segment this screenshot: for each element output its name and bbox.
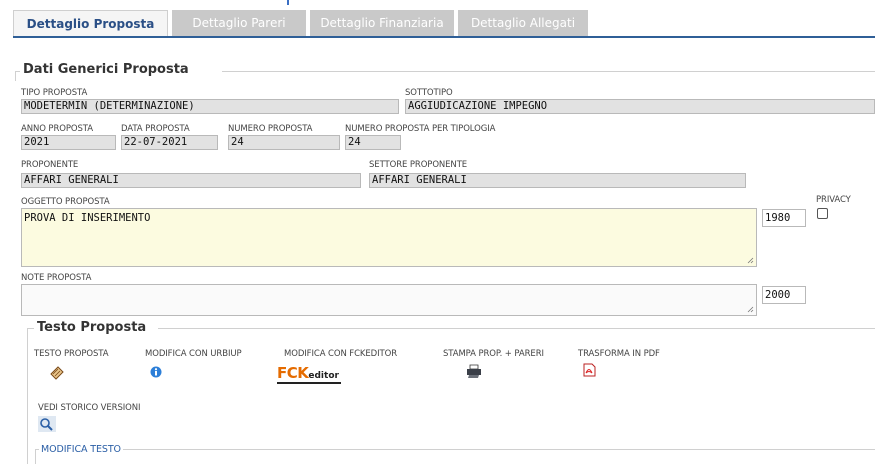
tipo-field[interactable]: MODETERMIN (DETERMINAZIONE) xyxy=(21,99,399,114)
trasforma-pdf-label: TRASFORMA IN PDF xyxy=(578,349,660,359)
privacy-checkbox[interactable] xyxy=(817,208,828,219)
tab-dettaglio-proposta[interactable]: Dettaglio Proposta xyxy=(13,10,168,36)
numero-tipologia-label: NUMERO PROPOSTA PER TIPOLOGIA xyxy=(345,124,496,134)
storico-label: VEDI STORICO VERSIONI xyxy=(38,403,141,413)
modifica-fckeditor-label: MODIFICA CON FCKEDITOR xyxy=(284,349,398,359)
info-icon[interactable] xyxy=(150,366,162,378)
anno-label: ANNO PROPOSTA xyxy=(21,124,93,134)
resize-grip-icon[interactable] xyxy=(747,306,754,313)
data-field[interactable]: 22-07-2021 xyxy=(121,135,218,150)
oggetto-text: PROVA DI INSERIMENTO xyxy=(24,212,151,224)
tab-dettaglio-allegati[interactable]: Dettaglio Allegati xyxy=(458,10,588,36)
sottotipo-label: SOTTOTIPO xyxy=(405,88,453,98)
numero-label: NUMERO PROPOSTA xyxy=(228,124,313,134)
modifica-urbiup-label: MODIFICA CON URBIUP xyxy=(145,349,242,359)
modifica-left-border xyxy=(35,449,36,464)
testo-legend: Testo Proposta xyxy=(34,320,158,335)
resize-grip-icon[interactable] xyxy=(747,257,754,264)
tab-underline xyxy=(13,36,875,38)
document-icon[interactable] xyxy=(49,365,65,380)
fckeditor-logo[interactable]: FCKeditor xyxy=(277,363,347,385)
oggetto-counter: 1980 xyxy=(762,209,806,227)
proponente-field[interactable]: AFFARI GENERALI xyxy=(21,173,361,188)
tipo-label: TIPO PROPOSTA xyxy=(21,88,88,98)
tab-dettaglio-pareri[interactable]: Dettaglio Pareri xyxy=(172,10,306,36)
data-label: DATA PROPOSTA xyxy=(121,124,190,134)
top-marker xyxy=(287,0,289,5)
note-label: NOTE PROPOSTA xyxy=(21,273,92,283)
proponente-label: PROPONENTE xyxy=(21,160,79,170)
note-textarea[interactable] xyxy=(21,284,757,316)
testo-left-border xyxy=(27,328,28,464)
numero-field[interactable]: 24 xyxy=(228,135,340,150)
sottotipo-field[interactable]: AGGIUDICAZIONE IMPEGNO xyxy=(405,99,875,114)
settore-label: SETTORE PROPONENTE xyxy=(369,160,468,170)
generic-legend: Dati Generici Proposta xyxy=(20,62,222,77)
fieldset-left-border xyxy=(15,71,16,81)
tab-dettaglio-finanziaria[interactable]: Dettaglio Finanziaria xyxy=(310,10,454,36)
anno-field[interactable]: 2021 xyxy=(21,135,116,150)
fckeditor-logo-text: FCK xyxy=(277,364,309,382)
privacy-label: PRIVACY xyxy=(816,195,851,205)
note-counter: 2000 xyxy=(762,286,806,304)
modifica-top-border xyxy=(35,449,875,450)
testo-proposta-label: TESTO PROPOSTA xyxy=(34,349,109,359)
modifica-testo-legend[interactable]: MODIFICA TESTO xyxy=(39,444,123,455)
oggetto-label: OGGETTO PROPOSTA xyxy=(21,197,110,207)
printer-icon[interactable] xyxy=(466,364,482,379)
stampa-label: STAMPA PROP. + PARERI xyxy=(443,349,544,359)
fckeditor-logo-underline xyxy=(277,382,341,384)
pdf-icon[interactable] xyxy=(583,363,596,377)
numero-tipologia-field[interactable]: 24 xyxy=(345,135,401,150)
search-icon[interactable] xyxy=(38,416,56,432)
fckeditor-logo-sub: editor xyxy=(308,371,339,381)
oggetto-textarea[interactable]: PROVA DI INSERIMENTO xyxy=(21,208,757,267)
settore-field[interactable]: AFFARI GENERALI xyxy=(369,173,746,188)
